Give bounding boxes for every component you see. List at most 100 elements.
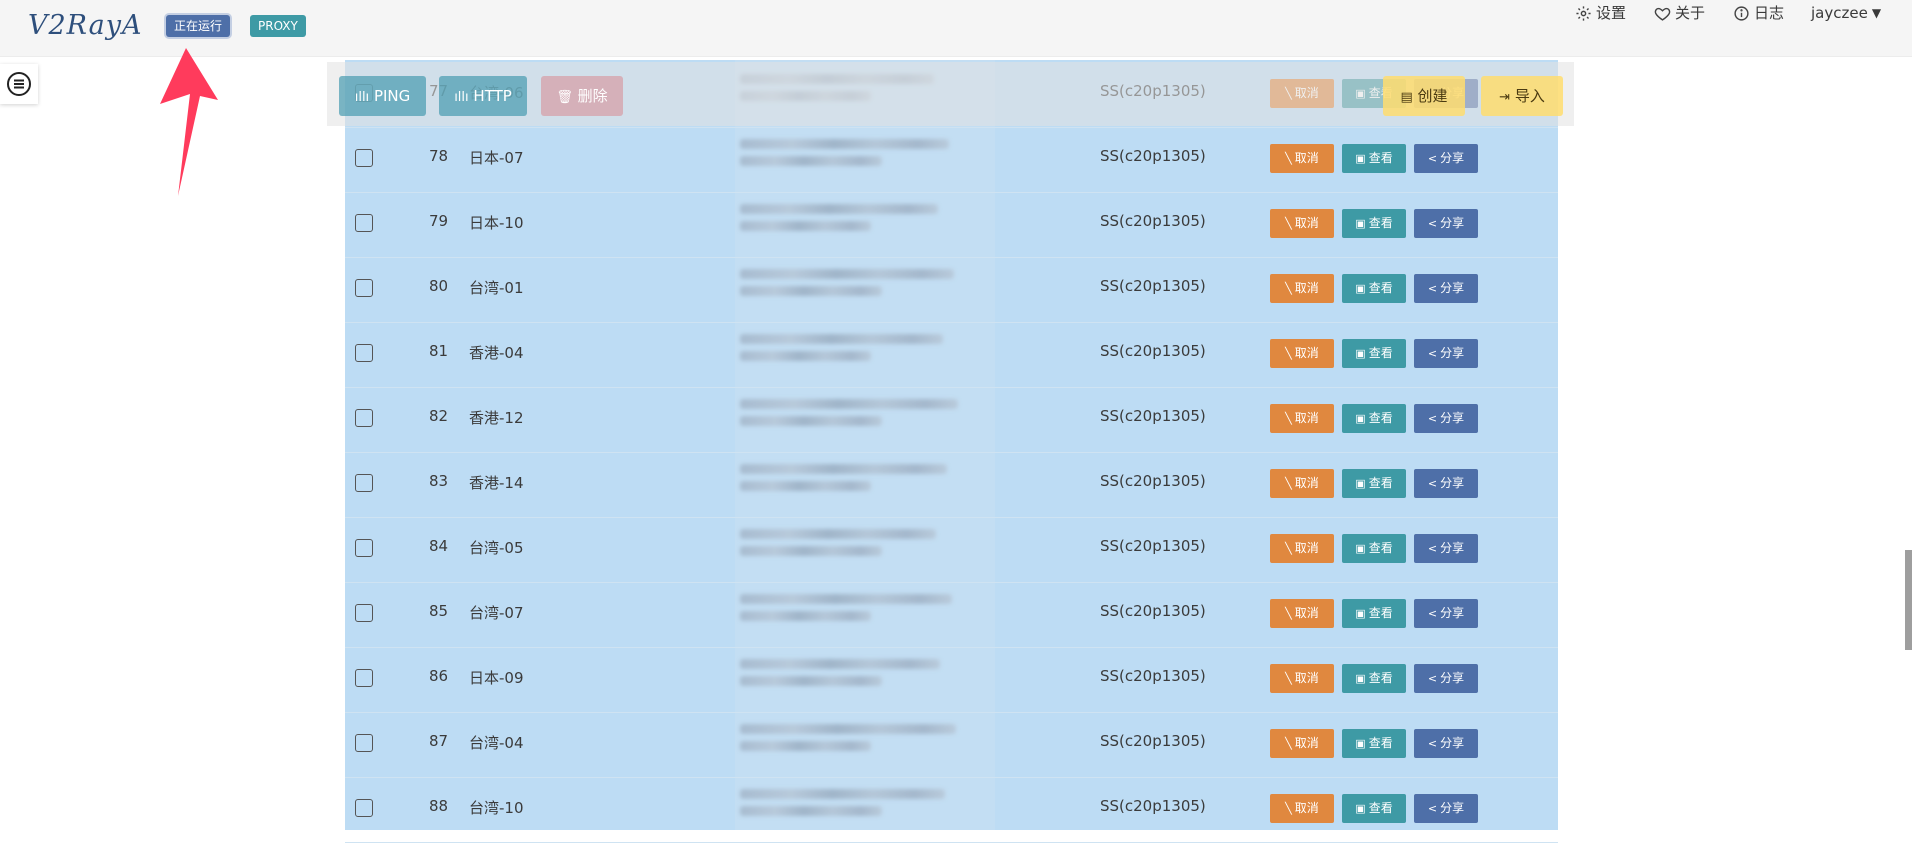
cancel-label: 取消 <box>1294 606 1319 620</box>
share-label: 分享 <box>1440 281 1465 295</box>
view-icon: ▣ <box>1355 802 1366 815</box>
share-button[interactable]: <分享 <box>1414 794 1478 823</box>
view-label: 查看 <box>1368 411 1393 425</box>
cancel-button[interactable]: ╲取消 <box>1270 729 1334 758</box>
share-button[interactable]: <分享 <box>1414 339 1478 368</box>
table-toolbar: ıllı PING ıllı HTTP 🗑 删除 ▤ 创建 ⇥ 导入 <box>327 62 1574 126</box>
row-address-blurred <box>740 139 965 177</box>
row-checkbox[interactable] <box>355 539 373 557</box>
ping-button[interactable]: ıllı PING <box>339 76 426 116</box>
table-row: 87 台湾-04 SS(c20p1305) ╲ 取消 ▣ 查看 < 分享 <box>345 712 1558 778</box>
share-button[interactable]: <分享 <box>1414 534 1478 563</box>
delete-button-label: 删除 <box>577 87 608 105</box>
row-checkbox[interactable] <box>355 604 373 622</box>
cancel-button[interactable]: ╲取消 <box>1270 404 1334 433</box>
view-button[interactable]: ▣查看 <box>1342 599 1406 628</box>
nav-log[interactable]: 日志 <box>1733 0 1784 26</box>
nav-settings-label: 设置 <box>1596 4 1627 22</box>
ping-button-label: PING <box>373 87 411 105</box>
row-address-blurred <box>740 399 965 437</box>
row-checkbox[interactable] <box>355 149 373 167</box>
row-protocol: SS(c20p1305) <box>1100 472 1206 490</box>
view-button[interactable]: ▣查看 <box>1342 794 1406 823</box>
row-checkbox[interactable] <box>355 799 373 817</box>
row-checkbox[interactable] <box>355 474 373 492</box>
view-icon: ▣ <box>1355 672 1366 685</box>
view-button[interactable]: ▣查看 <box>1342 339 1406 368</box>
cancel-icon: ╲ <box>1285 672 1292 685</box>
cancel-icon: ╲ <box>1285 282 1292 295</box>
cancel-icon: ╲ <box>1285 802 1292 815</box>
app-logo[interactable]: V2RayA <box>28 10 142 41</box>
row-checkbox[interactable] <box>355 344 373 362</box>
row-protocol: SS(c20p1305) <box>1100 212 1206 230</box>
cancel-button[interactable]: ╲取消 <box>1270 209 1334 238</box>
cancel-button[interactable]: ╲取消 <box>1270 469 1334 498</box>
share-button[interactable]: <分享 <box>1414 209 1478 238</box>
view-icon: ▣ <box>1355 347 1366 360</box>
view-button[interactable]: ▣查看 <box>1342 469 1406 498</box>
share-button[interactable]: <分享 <box>1414 469 1478 498</box>
delete-button[interactable]: 🗑 删除 <box>541 76 623 116</box>
share-button[interactable]: <分享 <box>1414 664 1478 693</box>
row-checkbox[interactable] <box>355 734 373 752</box>
cancel-button[interactable]: ╲取消 <box>1270 794 1334 823</box>
nav-settings[interactable]: 设置 <box>1575 0 1626 26</box>
row-index: 79 <box>429 212 449 230</box>
share-button[interactable]: <分享 <box>1414 729 1478 758</box>
share-icon: < <box>1427 477 1438 490</box>
scrollbar-thumb[interactable] <box>1905 550 1912 650</box>
cancel-icon: ╲ <box>1285 542 1292 555</box>
view-icon: ▣ <box>1355 412 1366 425</box>
share-icon: < <box>1427 542 1438 555</box>
cancel-button[interactable]: ╲取消 <box>1270 144 1334 173</box>
view-button[interactable]: ▣查看 <box>1342 664 1406 693</box>
table-row: 84 台湾-05 SS(c20p1305) ╲ 取消 ▣ 查看 < 分享 <box>345 517 1558 583</box>
row-name: 台湾-05 <box>469 539 524 557</box>
row-checkbox[interactable] <box>355 279 373 297</box>
view-icon: ▣ <box>1355 737 1366 750</box>
view-button[interactable]: ▣查看 <box>1342 144 1406 173</box>
view-icon: ▣ <box>1355 152 1366 165</box>
share-button[interactable]: <分享 <box>1414 599 1478 628</box>
row-checkbox[interactable] <box>355 669 373 687</box>
cancel-label: 取消 <box>1294 411 1319 425</box>
row-address-blurred <box>740 529 965 567</box>
row-checkbox[interactable] <box>355 214 373 232</box>
create-button-label: 创建 <box>1417 87 1448 105</box>
cancel-icon: ╲ <box>1285 152 1292 165</box>
import-button[interactable]: ⇥ 导入 <box>1481 76 1563 116</box>
heart-icon <box>1654 7 1671 21</box>
cancel-button[interactable]: ╲取消 <box>1270 274 1334 303</box>
view-button[interactable]: ▣查看 <box>1342 404 1406 433</box>
view-button[interactable]: ▣查看 <box>1342 274 1406 303</box>
user-name: jayczee <box>1811 4 1868 22</box>
row-index: 78 <box>429 147 449 165</box>
view-button[interactable]: ▣查看 <box>1342 729 1406 758</box>
cancel-button[interactable]: ╲取消 <box>1270 664 1334 693</box>
http-test-button[interactable]: ıllı HTTP <box>439 76 527 116</box>
cancel-button[interactable]: ╲取消 <box>1270 599 1334 628</box>
nav-about[interactable]: 关于 <box>1654 0 1705 26</box>
create-button[interactable]: ▤ 创建 <box>1383 76 1465 116</box>
nav-about-label: 关于 <box>1675 4 1706 22</box>
row-checkbox[interactable] <box>355 409 373 427</box>
table-row: 81 香港-04 SS(c20p1305) ╲ 取消 ▣ 查看 < 分享 <box>345 322 1558 388</box>
view-button[interactable]: ▣查看 <box>1342 209 1406 238</box>
sidebar-toggle[interactable] <box>0 64 38 104</box>
share-button[interactable]: <分享 <box>1414 144 1478 173</box>
row-name: 台湾-01 <box>469 279 524 297</box>
user-menu[interactable]: jayczee ▼ <box>1811 0 1881 26</box>
cancel-button[interactable]: ╲取消 <box>1270 339 1334 368</box>
cancel-label: 取消 <box>1294 346 1319 360</box>
menu-circle-icon <box>7 72 31 96</box>
row-protocol: SS(c20p1305) <box>1100 667 1206 685</box>
share-icon: < <box>1427 152 1438 165</box>
view-button[interactable]: ▣查看 <box>1342 534 1406 563</box>
share-button[interactable]: <分享 <box>1414 274 1478 303</box>
share-button[interactable]: <分享 <box>1414 404 1478 433</box>
share-label: 分享 <box>1440 541 1465 555</box>
cancel-label: 取消 <box>1294 541 1319 555</box>
cancel-button[interactable]: ╲取消 <box>1270 534 1334 563</box>
row-protocol: SS(c20p1305) <box>1100 277 1206 295</box>
